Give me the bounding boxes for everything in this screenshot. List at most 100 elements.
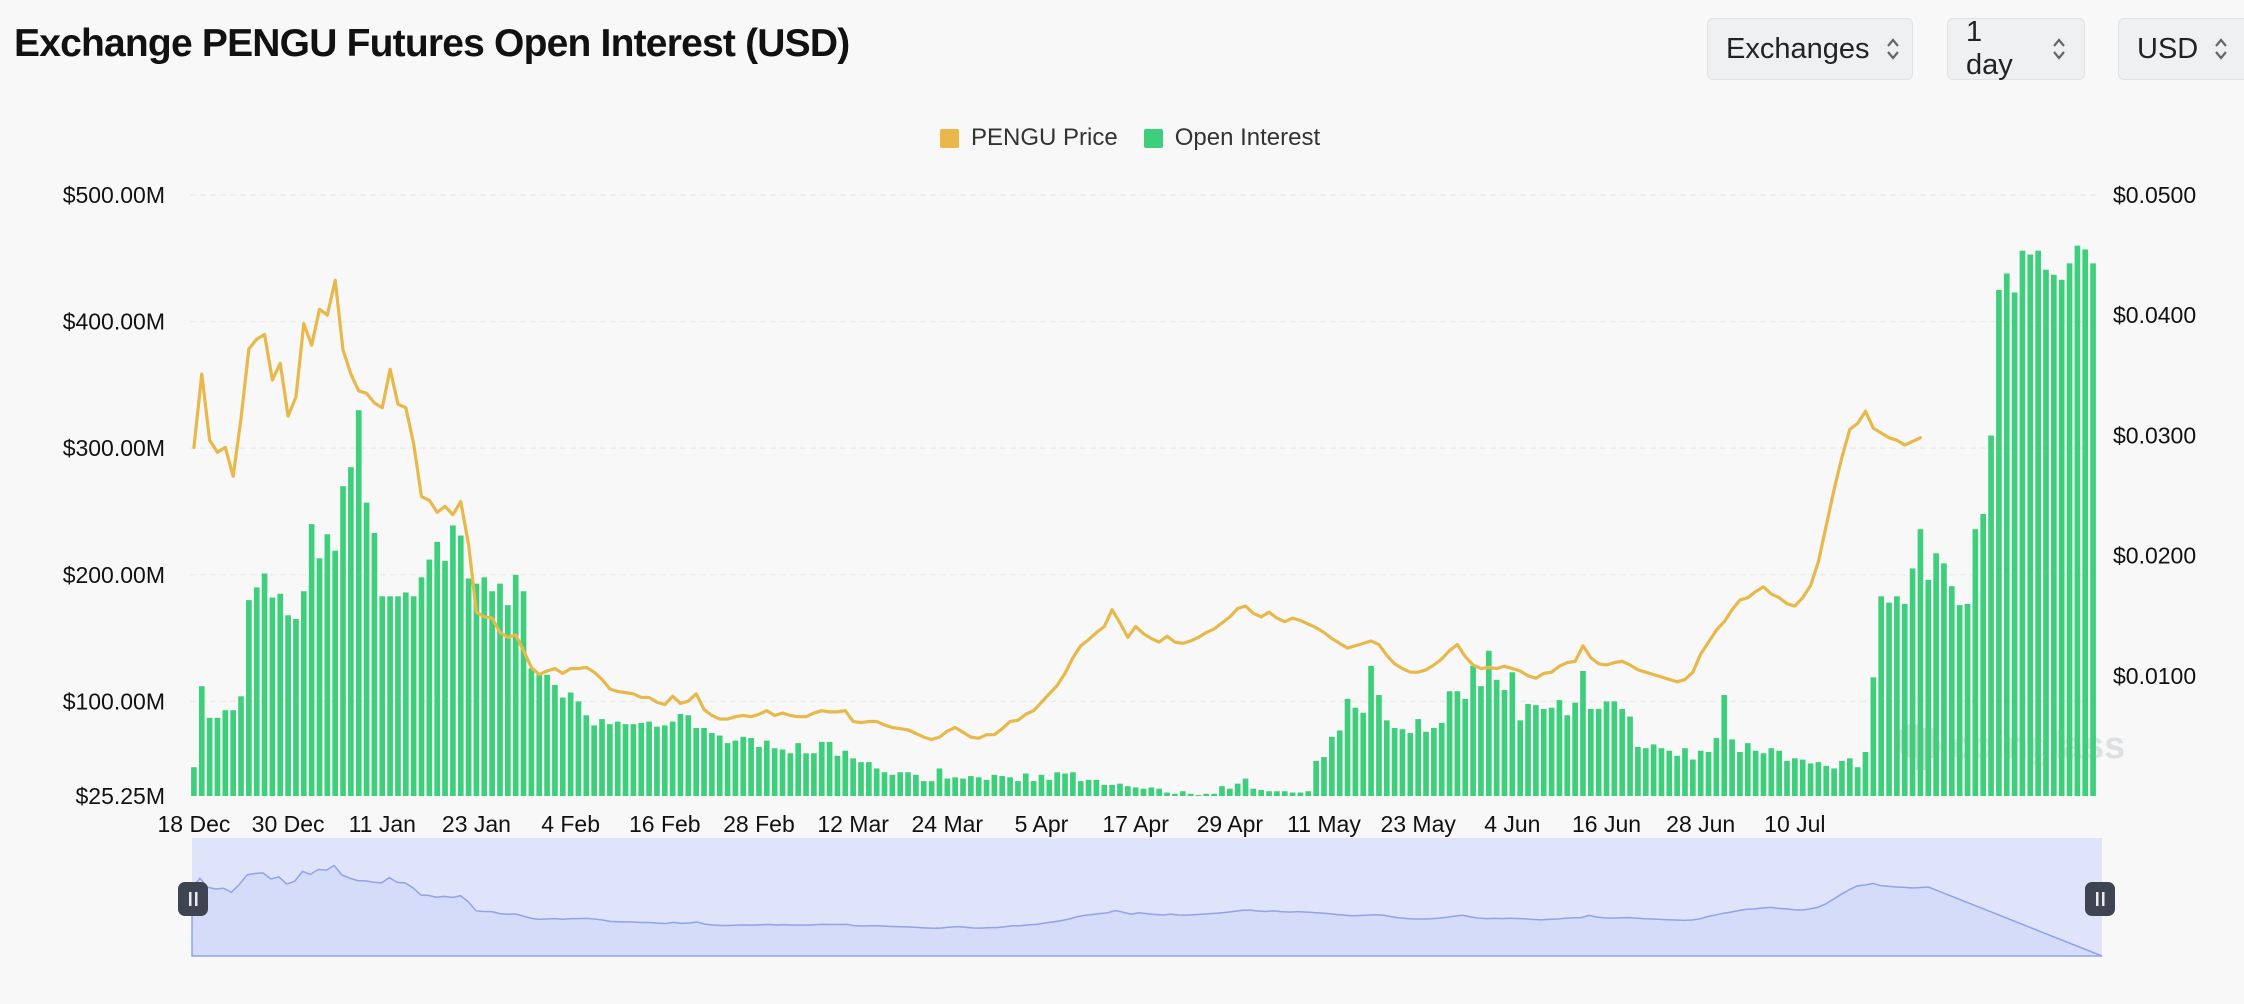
open-interest-bar <box>1588 708 1594 796</box>
open-interest-bar <box>1462 698 1469 796</box>
open-interest-bar <box>1227 788 1233 796</box>
open-interest-bar <box>269 597 276 796</box>
open-interest-bar <box>457 535 464 796</box>
open-interest-bar <box>1525 703 1531 796</box>
open-interest-bar <box>1415 719 1421 796</box>
open-interest-bar <box>795 743 802 796</box>
open-interest-bar <box>1815 762 1822 796</box>
open-interest-bar <box>316 558 323 796</box>
open-interest-bar <box>1399 729 1406 796</box>
open-interest-bar <box>748 738 754 796</box>
open-interest-bar <box>567 692 574 796</box>
open-interest-bar <box>1077 781 1084 796</box>
open-interest-bar <box>905 772 911 796</box>
open-interest-bar <box>1595 708 1602 796</box>
open-interest-bar <box>1846 758 1853 796</box>
open-interest-bar <box>1478 686 1484 796</box>
open-interest-bar <box>465 578 472 796</box>
navigator-right-handle[interactable] <box>2085 882 2115 916</box>
open-interest-bar <box>1344 698 1351 796</box>
open-interest-bar <box>1925 579 1932 796</box>
open-interest-bar <box>2090 263 2096 796</box>
y-left-tick-label: $300.00M <box>63 435 165 461</box>
open-interest-bar <box>866 762 872 796</box>
open-interest-bar <box>2027 254 2034 796</box>
open-interest-bar <box>505 605 511 796</box>
open-interest-bar <box>1658 748 1665 796</box>
open-interest-bar <box>434 541 441 796</box>
open-interest-bar <box>1996 289 2002 796</box>
open-interest-chart: coinglass $25.25M$100.00M$200.00M$300.00… <box>63 182 2196 957</box>
open-interest-bar <box>654 726 660 796</box>
open-interest-bar <box>512 574 519 796</box>
open-interest-bar <box>999 776 1006 796</box>
open-interest-bar <box>1195 795 1202 797</box>
x-tick-label: 24 Mar <box>912 811 984 837</box>
open-interest-bar <box>1297 792 1304 796</box>
open-interest-bar <box>2074 245 2081 796</box>
open-interest-bar <box>1187 793 1194 796</box>
open-interest-bar <box>677 714 684 796</box>
x-tick-label: 28 Jun <box>1666 811 1735 837</box>
open-interest-bar <box>1917 529 1924 796</box>
open-interest-bar <box>442 560 448 796</box>
open-interest-bar <box>387 596 393 796</box>
open-interest-bar <box>968 776 974 796</box>
open-interest-bar <box>246 600 252 796</box>
open-interest-bar <box>1501 689 1508 796</box>
open-interest-bar <box>1258 789 1265 796</box>
open-interest-bar <box>944 778 951 796</box>
open-interest-bar <box>1070 772 1076 796</box>
open-interest-bar <box>528 668 535 796</box>
open-interest-bar <box>1627 716 1633 796</box>
open-interest-bar <box>1046 779 1053 796</box>
open-interest-bar <box>1274 791 1280 796</box>
open-interest-bar <box>1729 739 1735 796</box>
y-left-tick-label: $25.25M <box>75 783 165 809</box>
open-interest-bar <box>1407 733 1414 796</box>
open-interest-bar <box>206 717 213 796</box>
open-interest-bar <box>1980 514 1987 796</box>
open-interest-bar <box>913 774 919 796</box>
open-interest-bar <box>261 573 268 796</box>
open-interest-bar <box>1666 750 1673 796</box>
y-right-tick-label: $0.0200 <box>2113 543 2196 569</box>
open-interest-bar <box>1603 701 1610 796</box>
x-tick-label: 11 May <box>1287 811 1361 837</box>
open-interest-bar <box>1352 707 1359 796</box>
x-tick-label: 23 May <box>1380 811 1456 837</box>
open-interest-bar <box>575 701 582 796</box>
open-interest-bar <box>638 722 645 796</box>
open-interest-bar <box>1870 677 1877 796</box>
open-interest-bar <box>1485 650 1492 796</box>
open-interest-bar <box>1289 792 1296 796</box>
open-interest-bar <box>402 592 409 796</box>
open-interest-bar <box>591 725 597 796</box>
open-interest-bar <box>1250 788 1257 796</box>
open-interest-bar <box>701 727 707 796</box>
y-left-tick-label: $200.00M <box>63 562 165 588</box>
open-interest-bar <box>1015 781 1021 796</box>
open-interest-bar <box>559 697 566 796</box>
open-interest-bar <box>873 768 880 796</box>
open-interest-bar <box>1219 786 1225 796</box>
open-interest-bar <box>481 577 488 796</box>
open-interest-bar <box>1854 767 1861 796</box>
open-interest-bar <box>536 674 543 796</box>
open-interest-bar <box>1784 760 1790 796</box>
open-interest-bar <box>811 753 817 796</box>
x-tick-label: 16 Jun <box>1572 811 1641 837</box>
open-interest-bar <box>1305 791 1312 796</box>
open-interest-bar <box>583 715 590 796</box>
open-interest-bar <box>1792 758 1798 796</box>
x-tick-label: 10 Jul <box>1764 811 1825 837</box>
open-interest-bar <box>1172 793 1178 796</box>
open-interest-bar <box>1768 748 1775 796</box>
open-interest-bar <box>1164 792 1170 796</box>
navigator-left-handle[interactable] <box>178 882 208 916</box>
open-interest-bar <box>1862 752 1869 796</box>
open-interest-bar <box>222 710 229 796</box>
x-tick-label: 28 Feb <box>723 811 795 837</box>
x-tick-label: 18 Dec <box>157 811 230 837</box>
open-interest-bar <box>198 686 205 796</box>
